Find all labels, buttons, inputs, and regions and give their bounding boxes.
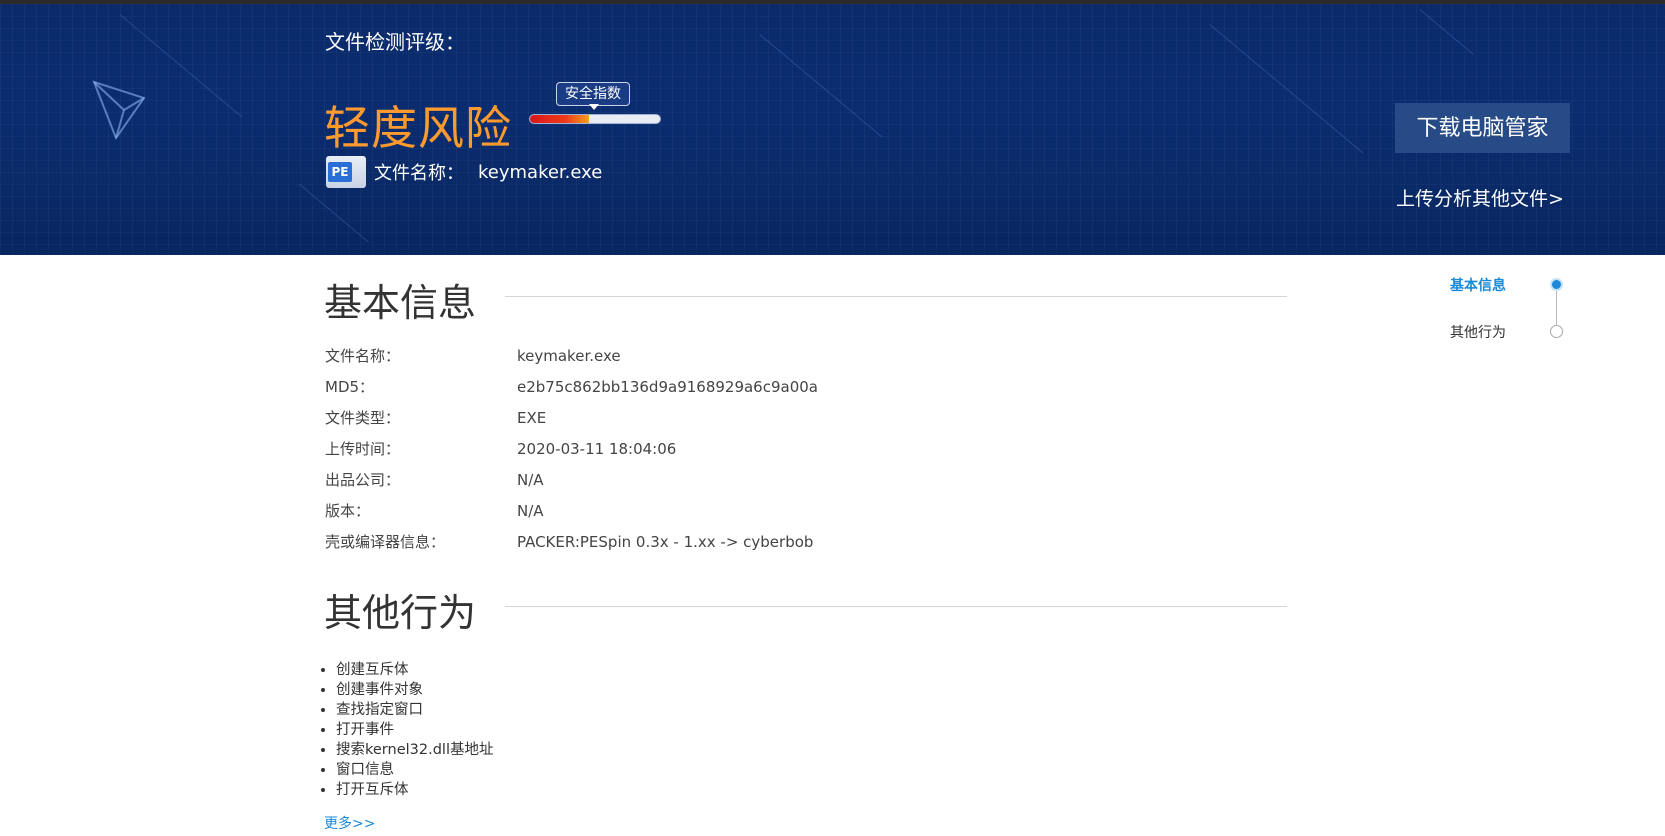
result-header: 文件检测评级： 轻度风险 安全指数 PE 文件名称： keymaker.exe … (0, 0, 1665, 255)
decorative-line (1419, 9, 1474, 55)
pe-file-icon: PE (326, 156, 366, 188)
list-item: 查找指定窗口 (336, 700, 493, 720)
basic-info-divider (505, 296, 1287, 297)
side-nav: 基本信息 其他行为 (1450, 272, 1570, 342)
info-value: PACKER:PESpin 0.3x - 1.xx -> cyberbob (517, 532, 814, 551)
decorative-line (299, 184, 369, 243)
upload-other-file-link[interactable]: 上传分析其他文件> (1396, 184, 1564, 211)
decorative-line (759, 34, 883, 138)
download-pc-manager-button[interactable]: 下载电脑管家 (1395, 103, 1570, 153)
rating-label: 文件检测评级： (325, 30, 465, 54)
risk-level: 轻度风险 (324, 101, 512, 155)
info-row-upload-time: 上传时间： 2020-03-11 18:04:06 (325, 433, 818, 464)
info-row-packer: 壳或编译器信息： PACKER:PESpin 0.3x - 1.xx -> cy… (325, 526, 818, 557)
info-key: 文件类型： (325, 409, 401, 427)
info-key: 上传时间： (325, 440, 401, 458)
other-behavior-divider (505, 606, 1287, 607)
safety-index-fill (530, 115, 589, 123)
info-row-md5: MD5： e2b75c862bb136d9a9168929a6c9a00a (325, 371, 818, 402)
triangle-logo-icon (92, 80, 146, 141)
info-row-company: 出品公司： N/A (325, 464, 818, 495)
list-item: 打开互斥体 (336, 780, 493, 800)
list-item: 创建事件对象 (336, 680, 493, 700)
decorative-line (1209, 24, 1364, 154)
safety-index-label: 安全指数 (556, 82, 630, 106)
info-row-file-name: 文件名称： keymaker.exe (325, 340, 818, 371)
info-key: MD5： (325, 378, 375, 396)
side-nav-dot-inactive-icon[interactable] (1550, 325, 1563, 338)
info-key: 版本： (325, 502, 371, 520)
more-behavior-link[interactable]: 更多>> (324, 813, 375, 833)
other-behavior-title: 其他行为 (324, 591, 477, 635)
safety-index-pointer-icon (589, 104, 599, 110)
info-value: e2b75c862bb136d9a9168929a6c9a00a (517, 377, 818, 396)
list-item: 窗口信息 (336, 760, 493, 780)
info-value: 2020-03-11 18:04:06 (517, 439, 677, 458)
info-value: keymaker.exe (517, 346, 621, 365)
list-item: 搜索kernel32.dll基地址 (336, 740, 493, 760)
file-name-value: keymaker.exe (478, 161, 603, 183)
info-value: EXE (517, 408, 547, 427)
side-nav-item-basic-info[interactable]: 基本信息 (1450, 275, 1506, 295)
safety-index-bar (529, 114, 661, 124)
info-row-version: 版本： N/A (325, 495, 818, 526)
list-item: 打开事件 (336, 720, 493, 740)
file-name-row: PE 文件名称： keymaker.exe (326, 156, 602, 188)
file-name-label: 文件名称： (374, 163, 464, 184)
pe-file-icon-label: PE (328, 162, 352, 182)
info-key: 壳或编译器信息： (325, 533, 446, 551)
behavior-list: 创建互斥体 创建事件对象 查找指定窗口 打开事件 搜索kernel32.dll基… (336, 660, 493, 800)
side-nav-item-other-behavior[interactable]: 其他行为 (1450, 322, 1506, 342)
info-value: N/A (517, 470, 544, 489)
info-key: 文件名称： (325, 347, 401, 365)
basic-info-table: 文件名称： keymaker.exe MD5： e2b75c862bb136d9… (325, 340, 818, 557)
info-key: 出品公司： (325, 471, 401, 489)
side-nav-dot-active-icon[interactable] (1550, 278, 1563, 291)
info-row-file-type: 文件类型： EXE (325, 402, 818, 433)
basic-info-title: 基本信息 (324, 281, 477, 325)
list-item: 创建互斥体 (336, 660, 493, 680)
info-value: N/A (517, 501, 544, 520)
